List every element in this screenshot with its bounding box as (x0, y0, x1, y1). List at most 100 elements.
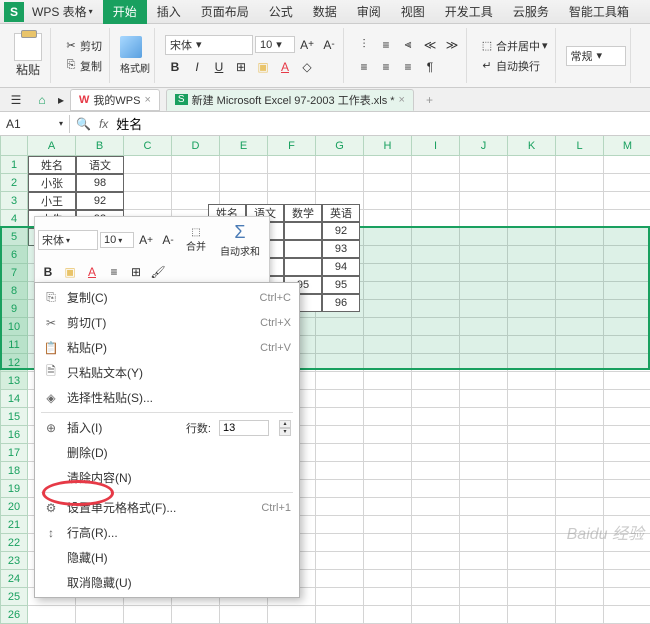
font-color-button[interactable]: A (275, 57, 295, 77)
row-header[interactable]: 22 (0, 534, 28, 552)
row-header[interactable]: 18 (0, 462, 28, 480)
cell[interactable]: 92 (76, 192, 124, 210)
cell[interactable] (508, 408, 556, 426)
cell[interactable] (460, 300, 508, 318)
cell[interactable] (556, 462, 604, 480)
cell[interactable] (556, 264, 604, 282)
cell[interactable] (556, 606, 604, 624)
font-size-select[interactable]: 10▾ (255, 36, 295, 53)
cell[interactable] (508, 318, 556, 336)
cell[interactable] (556, 354, 604, 372)
cell[interactable] (460, 390, 508, 408)
row-header[interactable]: 5 (0, 228, 28, 246)
cell[interactable] (316, 444, 364, 462)
cell[interactable] (508, 516, 556, 534)
cell[interactable] (556, 246, 604, 264)
menu-copy[interactable]: ⎘复制(C)Ctrl+C (35, 285, 299, 310)
home-icon[interactable]: ⌂ (32, 90, 52, 110)
close-icon[interactable]: × (399, 94, 405, 106)
italic-button[interactable]: I (187, 57, 207, 77)
cell[interactable]: 94 (322, 258, 360, 276)
cell[interactable] (316, 174, 364, 192)
col-header[interactable]: I (412, 136, 460, 156)
col-header[interactable]: B (76, 136, 124, 156)
decrease-font-button[interactable]: A- (319, 35, 339, 55)
menu-paste-special[interactable]: ◈选择性粘贴(S)... (35, 385, 299, 410)
cell[interactable] (412, 588, 460, 606)
mini-font-select[interactable]: 宋体▾ (38, 230, 98, 250)
tab-data[interactable]: 数据 (303, 0, 347, 24)
cell[interactable] (284, 258, 322, 276)
cell[interactable] (172, 174, 220, 192)
align-middle-button[interactable]: ≡ (376, 35, 396, 55)
cell[interactable] (604, 390, 650, 408)
cell[interactable] (460, 228, 508, 246)
cell[interactable] (556, 210, 604, 228)
align-center-button[interactable]: ≡ (376, 57, 396, 77)
cell[interactable] (412, 534, 460, 552)
cell[interactable] (508, 282, 556, 300)
row-header[interactable]: 19 (0, 480, 28, 498)
cell[interactable] (556, 498, 604, 516)
cell[interactable] (604, 228, 650, 246)
row-header[interactable]: 25 (0, 588, 28, 606)
cut-button[interactable]: ✂剪切 (61, 37, 105, 55)
cell[interactable] (460, 408, 508, 426)
cell[interactable] (76, 606, 124, 624)
align-left-button[interactable]: ≡ (354, 57, 374, 77)
cell[interactable] (556, 552, 604, 570)
cell[interactable] (508, 300, 556, 318)
format-painter-icon[interactable]: 🖌 (148, 262, 168, 282)
cell[interactable] (316, 498, 364, 516)
col-header[interactable]: L (556, 136, 604, 156)
row-header[interactable]: 13 (0, 372, 28, 390)
indent-inc-button[interactable]: ≫ (442, 35, 462, 55)
cell[interactable]: 98 (76, 174, 124, 192)
tab-dev[interactable]: 开发工具 (435, 0, 503, 24)
cell[interactable] (364, 426, 412, 444)
cell[interactable] (220, 606, 268, 624)
row-header[interactable]: 17 (0, 444, 28, 462)
cell[interactable] (556, 300, 604, 318)
cell[interactable] (460, 246, 508, 264)
cell[interactable] (364, 282, 412, 300)
row-header[interactable]: 20 (0, 498, 28, 516)
menu-delete[interactable]: 删除(D) (35, 440, 299, 465)
col-header[interactable]: K (508, 136, 556, 156)
decrease-font-icon[interactable]: A- (158, 230, 178, 250)
cell[interactable] (460, 498, 508, 516)
cell[interactable] (124, 606, 172, 624)
cell[interactable] (412, 462, 460, 480)
cell[interactable] (364, 552, 412, 570)
row-header[interactable]: 15 (0, 408, 28, 426)
cell[interactable] (508, 498, 556, 516)
cell[interactable] (412, 174, 460, 192)
indent-dec-button[interactable]: ≪ (420, 35, 440, 55)
cell[interactable] (364, 606, 412, 624)
cell[interactable] (508, 462, 556, 480)
spinner[interactable]: ▴▾ (279, 420, 291, 436)
col-header[interactable]: M (604, 136, 650, 156)
cell[interactable] (556, 372, 604, 390)
cell[interactable] (508, 480, 556, 498)
cell[interactable] (556, 480, 604, 498)
cell[interactable]: 小王 (28, 192, 76, 210)
col-header[interactable]: A (28, 136, 76, 156)
row-header[interactable]: 11 (0, 336, 28, 354)
cell[interactable] (412, 444, 460, 462)
cell[interactable] (556, 426, 604, 444)
chevron-down-icon[interactable]: ▾ (87, 7, 95, 16)
col-header[interactable]: H (364, 136, 412, 156)
cell[interactable] (460, 444, 508, 462)
tab-formula[interactable]: 公式 (259, 0, 303, 24)
menu-icon[interactable]: ☰ (6, 90, 26, 110)
rtl-button[interactable]: ¶ (420, 57, 440, 77)
cell[interactable] (604, 282, 650, 300)
cell[interactable] (316, 354, 364, 372)
cell[interactable] (556, 174, 604, 192)
cell[interactable] (268, 174, 316, 192)
format-painter-icon[interactable] (120, 36, 142, 58)
cell[interactable] (508, 570, 556, 588)
cell[interactable] (412, 156, 460, 174)
cell[interactable] (364, 498, 412, 516)
